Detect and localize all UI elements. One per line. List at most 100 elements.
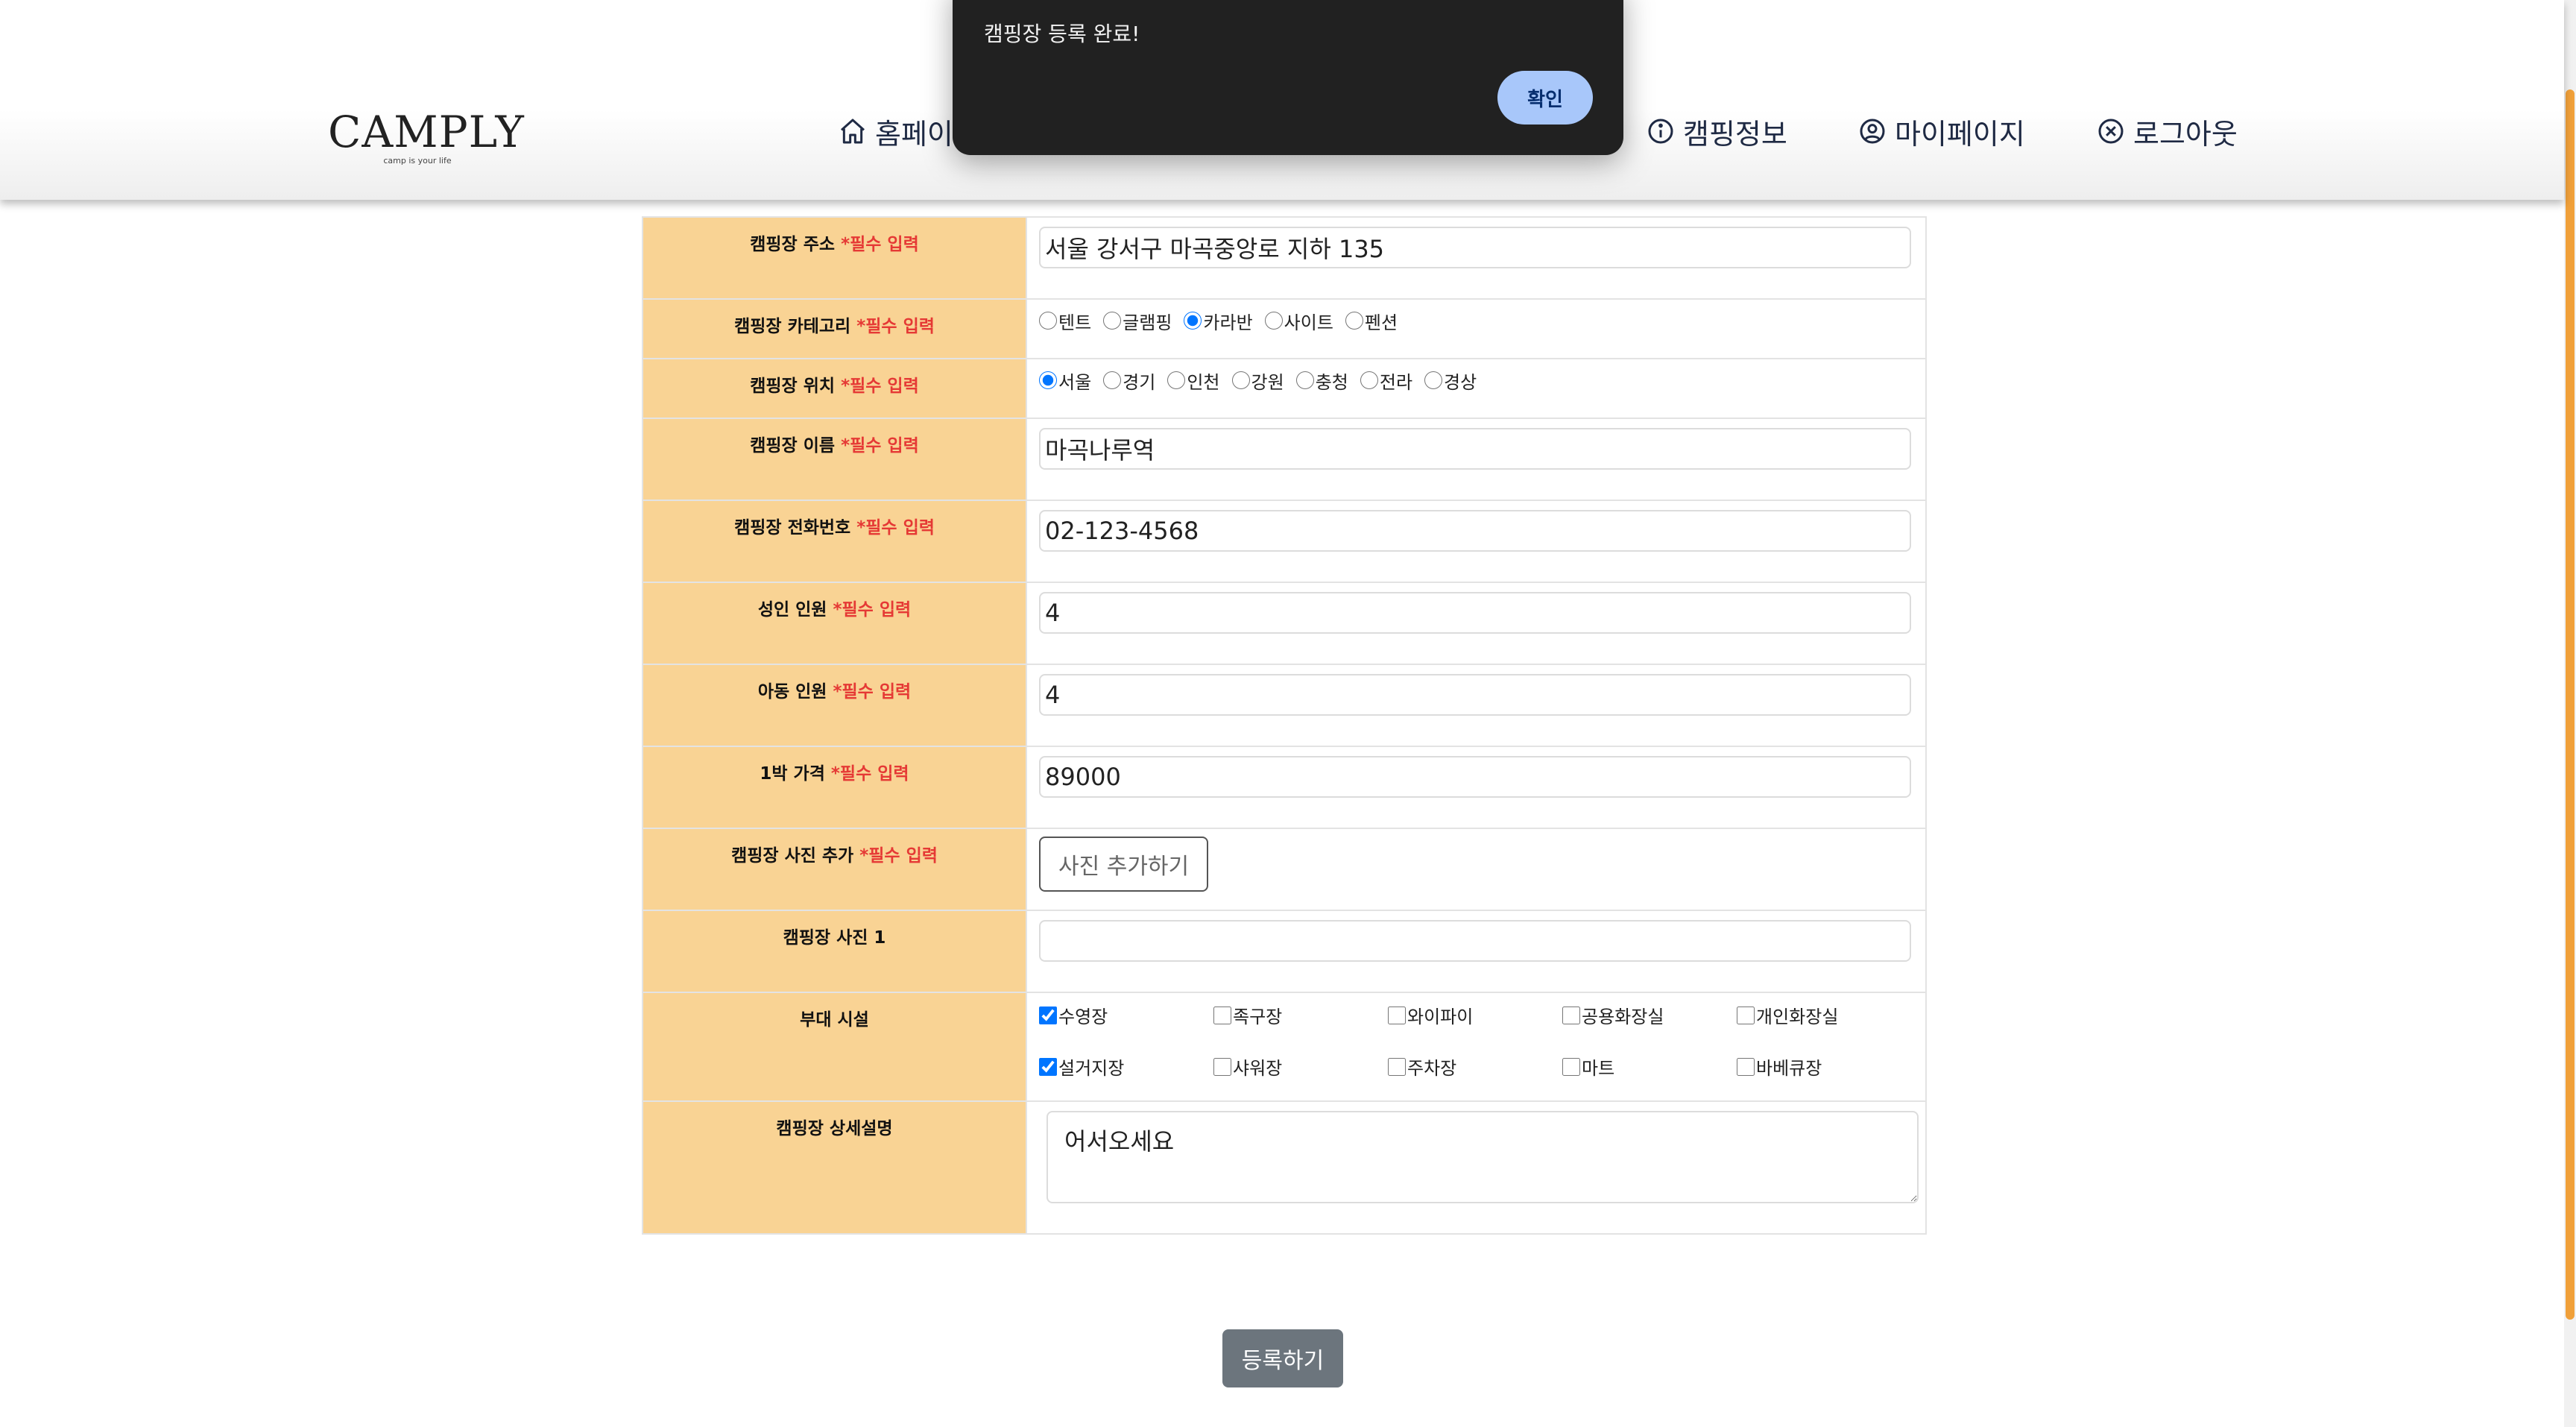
register-submit-button[interactable]: 등록하기 [1222, 1329, 1343, 1387]
nav-logout-label: 로그아웃 [2133, 117, 2238, 151]
amenity-checkbox[interactable] [1737, 1057, 1755, 1076]
amenity-option[interactable]: 수영장 [1039, 1002, 1213, 1028]
location-radio[interactable] [1231, 371, 1250, 389]
amenity-option[interactable]: 설거지장 [1039, 1053, 1213, 1080]
category-radio[interactable] [1184, 312, 1202, 330]
address-input[interactable] [1039, 227, 1911, 268]
location-radio-group: 서울 경기 인천 강원 충청 전라 경상 [1039, 359, 1913, 401]
location-option-label: 충청 [1315, 371, 1348, 393]
category-option-label: 펜션 [1364, 312, 1398, 333]
amenity-checkbox[interactable] [1562, 1006, 1580, 1024]
row-location: 캠핑장 위치 *필수 입력 서울 경기 인천 강원 충청 전라 경상 [642, 358, 1927, 419]
amenities-checkbox-group: 수영장 족구장 와이파이 공용화장실 개인화장실설거지장 샤워장 주차장 마트 바베큐장 [1039, 1002, 1913, 1080]
category-radio[interactable] [1264, 312, 1283, 330]
amenity-option[interactable]: 공용화장실 [1562, 1002, 1737, 1028]
field-label: 성인 인원 *필수 입력 [642, 582, 1027, 665]
location-option[interactable]: 경기 [1103, 368, 1155, 394]
nav-camping-info-label: 캠핑정보 [1683, 117, 1787, 151]
field-label: 캠핑장 전화번호 *필수 입력 [642, 500, 1027, 583]
location-radio[interactable] [1295, 371, 1314, 389]
amenity-label: 마트 [1582, 1058, 1615, 1079]
category-option[interactable]: 텐트 [1039, 308, 1091, 334]
amenity-option[interactable]: 주차장 [1388, 1053, 1562, 1080]
home-icon [841, 119, 865, 144]
phone-input[interactable] [1039, 510, 1911, 552]
location-option[interactable]: 경상 [1424, 368, 1477, 394]
description-textarea[interactable]: 어서오세요 [1046, 1111, 1919, 1203]
amenity-label: 샤워장 [1233, 1058, 1283, 1079]
category-option[interactable]: 펜션 [1345, 308, 1398, 334]
category-option[interactable]: 사이트 [1264, 308, 1333, 334]
field-label: 캠핑장 이름 *필수 입력 [642, 418, 1027, 501]
field-label: 캠핑장 위치 *필수 입력 [642, 358, 1027, 419]
row-name: 캠핑장 이름 *필수 입력 [642, 418, 1927, 501]
location-option[interactable]: 인천 [1167, 368, 1220, 394]
field-label: 아동 인원 *필수 입력 [642, 664, 1027, 747]
row-amenities: 부대 시설 수영장 족구장 와이파이 공용화장실 개인화장실설거지장 샤워장 주차장 마트 바베… [642, 992, 1927, 1102]
amenity-option[interactable]: 족구장 [1213, 1002, 1388, 1028]
nav-mypage[interactable]: 마이페이지 [1857, 109, 2025, 154]
price-input[interactable] [1039, 756, 1911, 798]
required-mark: *필수 입력 [856, 317, 935, 336]
location-option-label: 서울 [1058, 371, 1092, 393]
alert-dialog: 캠핑장 등록 완료! 확인 [953, 0, 1623, 155]
logo-text: CAMPLY [328, 107, 525, 157]
scrollbar-track[interactable] [2564, 0, 2576, 1427]
location-radio[interactable] [1103, 371, 1122, 389]
field-label: 부대 시설 [642, 992, 1027, 1102]
location-option-label: 강원 [1251, 371, 1284, 393]
location-option[interactable]: 서울 [1039, 368, 1091, 394]
location-radio[interactable] [1039, 371, 1057, 389]
amenity-checkbox[interactable] [1737, 1006, 1755, 1024]
amenity-option[interactable]: 바베큐장 [1737, 1053, 1911, 1080]
children-input[interactable] [1039, 674, 1911, 716]
location-option[interactable]: 전라 [1360, 368, 1412, 394]
amenity-checkbox[interactable] [1039, 1057, 1057, 1076]
required-mark: *필수 입력 [830, 764, 909, 784]
close-circle-icon [2098, 119, 2124, 144]
location-radio[interactable] [1424, 371, 1443, 389]
logo[interactable]: CAMPLY camp is your life [328, 107, 525, 166]
amenity-option[interactable]: 와이파이 [1388, 1002, 1562, 1028]
nav-camping-info[interactable]: 캠핑정보 [1646, 109, 1787, 154]
amenity-option[interactable]: 샤워장 [1213, 1053, 1388, 1080]
row-description: 캠핑장 상세설명 어서오세요 [642, 1100, 1927, 1235]
amenity-checkbox[interactable] [1213, 1057, 1231, 1076]
amenity-label: 개인화장실 [1756, 1007, 1839, 1027]
adults-input[interactable] [1039, 592, 1911, 634]
amenity-checkbox[interactable] [1388, 1006, 1406, 1024]
location-radio[interactable] [1360, 371, 1378, 389]
category-option-label: 카라반 [1203, 312, 1253, 333]
location-radio[interactable] [1167, 371, 1186, 389]
amenity-checkbox[interactable] [1388, 1057, 1406, 1076]
category-option[interactable]: 글램핑 [1103, 308, 1172, 334]
row-adults: 성인 인원 *필수 입력 [642, 582, 1927, 665]
required-mark: *필수 입력 [841, 436, 919, 456]
add-photo-button[interactable]: 사진 추가하기 [1039, 837, 1209, 892]
row-price: 1박 가격 *필수 입력 [642, 746, 1927, 829]
scrollbar-thumb[interactable] [2566, 89, 2575, 1320]
category-option[interactable]: 카라반 [1184, 308, 1253, 334]
location-option[interactable]: 충청 [1295, 368, 1348, 394]
category-radio[interactable] [1103, 312, 1122, 330]
photo1-input[interactable] [1039, 920, 1911, 962]
amenity-checkbox[interactable] [1213, 1006, 1231, 1024]
amenity-label: 설거지장 [1058, 1058, 1125, 1079]
nav-logout[interactable]: 로그아웃 [2096, 109, 2238, 154]
category-radio[interactable] [1039, 312, 1057, 330]
row-photo1: 캠핑장 사진 1 [642, 910, 1927, 993]
category-option-label: 텐트 [1058, 312, 1092, 333]
amenity-option[interactable]: 마트 [1562, 1053, 1737, 1080]
location-option-label: 경상 [1444, 371, 1477, 393]
amenity-checkbox[interactable] [1562, 1057, 1580, 1076]
field-label: 캠핑장 상세설명 [642, 1100, 1027, 1235]
dialog-ok-button[interactable]: 확인 [1497, 71, 1593, 125]
amenity-checkbox[interactable] [1039, 1006, 1057, 1024]
camp-name-input[interactable] [1039, 428, 1911, 470]
category-radio[interactable] [1345, 312, 1363, 330]
camp-register-form: 캠핑장 주소 *필수 입력 캠핑장 카테고리 *필수 입력 텐트 글램핑 카라반 사이… [642, 216, 1927, 1235]
amenity-option[interactable]: 개인화장실 [1737, 1002, 1911, 1028]
required-mark: *필수 입력 [859, 846, 938, 866]
location-option[interactable]: 강원 [1231, 368, 1284, 394]
field-label: 캠핑장 카테고리 *필수 입력 [642, 298, 1027, 359]
